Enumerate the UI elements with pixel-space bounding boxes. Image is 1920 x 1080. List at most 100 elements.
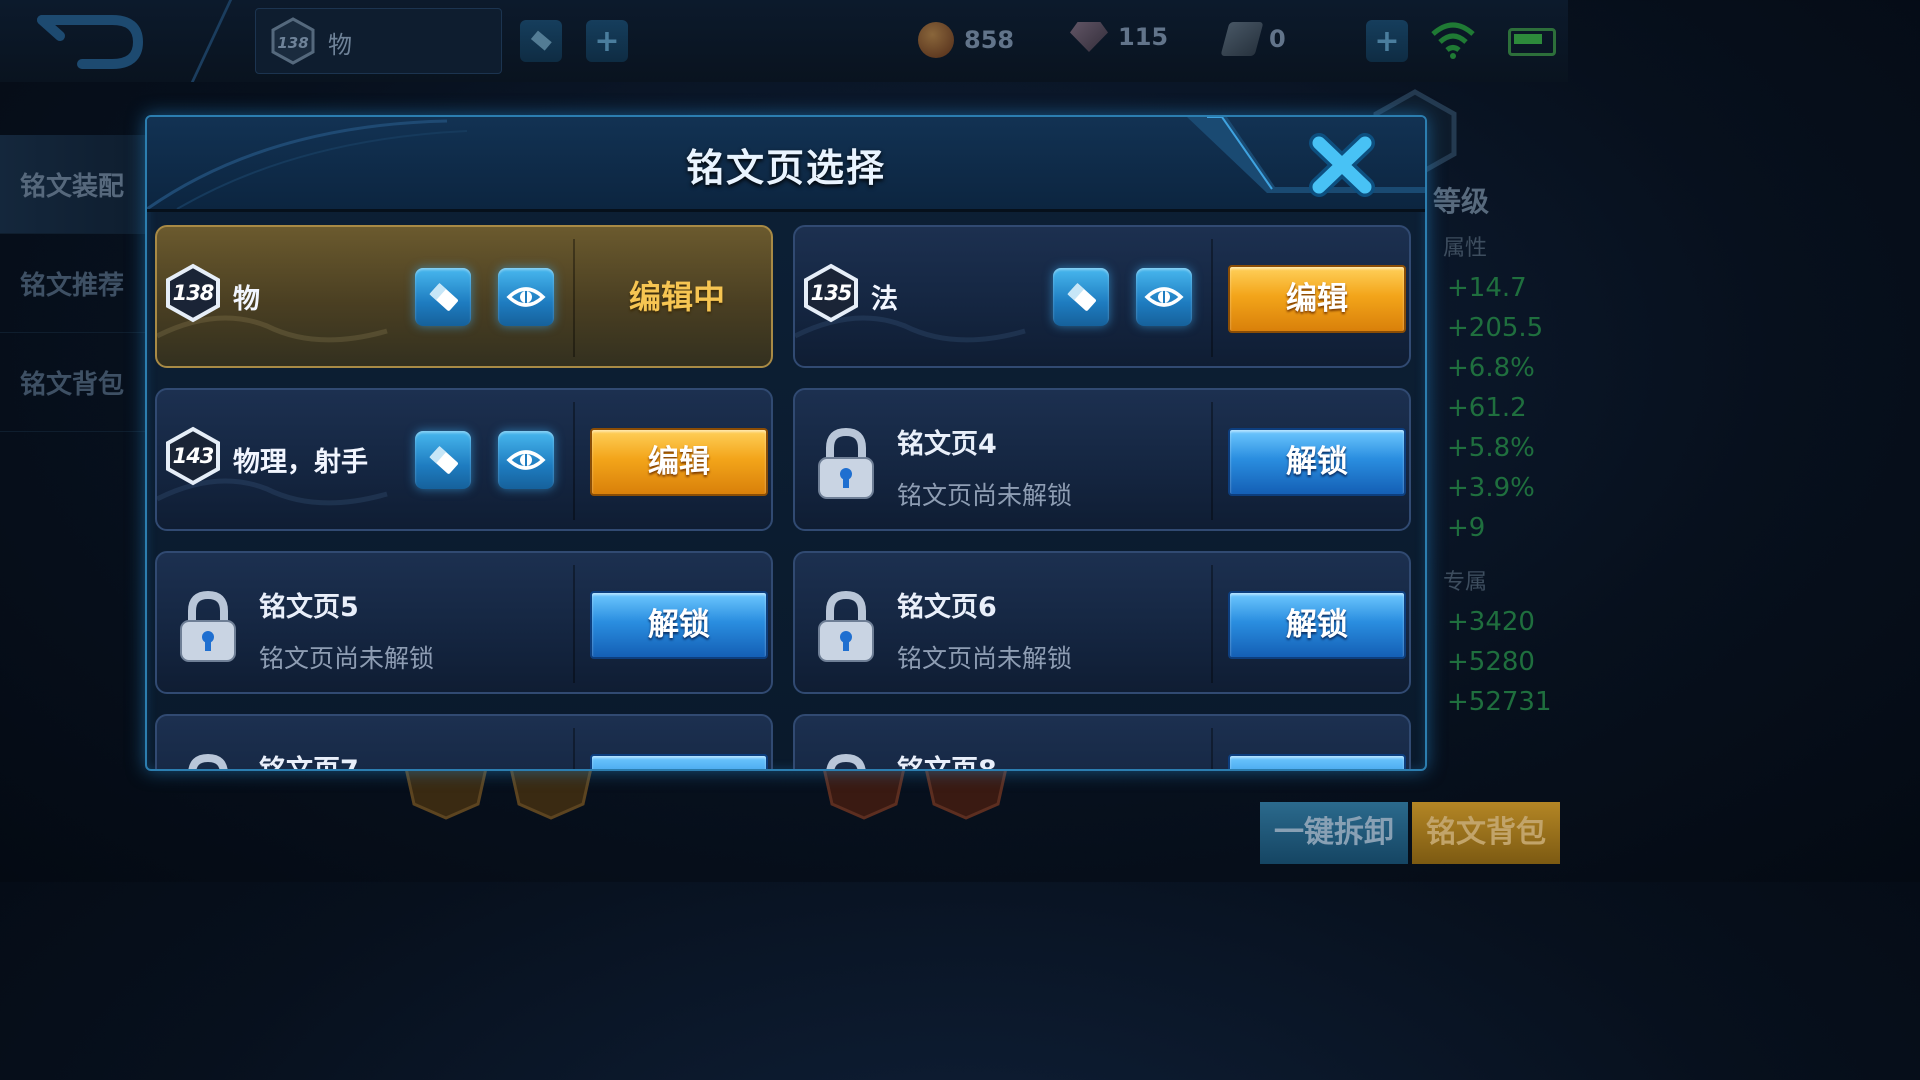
divider — [573, 728, 575, 769]
unequip-all-label: 一键拆卸 — [1274, 815, 1394, 850]
rune-page-card-3[interactable]: 143 物理，射手 编辑 — [155, 388, 773, 531]
attr-value: +14.7 — [1447, 273, 1527, 303]
plus-icon: + — [594, 23, 620, 59]
back-arrow-icon[interactable] — [30, 10, 150, 72]
rune-page-select-dialog: 铭文页选择 138 物 编辑中 135 法 编辑 143 物理，射手 编辑 铭文… — [145, 115, 1427, 771]
exclusive-value: +52731 — [1447, 687, 1552, 717]
eraser-icon — [429, 283, 458, 311]
level-heading: 等级 — [1433, 185, 1490, 218]
locked-hint: 铭文页尚未解锁 — [897, 644, 1073, 673]
rune-page-card-6[interactable]: 铭文页6 铭文页尚未解锁 解锁 — [793, 551, 1411, 694]
gold-coin-icon — [918, 22, 954, 58]
page-name: 铭文页6 — [897, 592, 997, 623]
divider — [1211, 565, 1213, 683]
page-name: 铭文页4 — [897, 429, 997, 460]
stats-panel: 等级 属性 +14.7 +205.5 +6.8% +61.2 +5.8% +3.… — [1425, 180, 1568, 722]
rune-page-card-4[interactable]: 铭文页4 铭文页尚未解锁 解锁 — [793, 388, 1411, 531]
page-name: 铭文页8 — [897, 755, 997, 771]
exclusive-heading: 专属 — [1443, 570, 1488, 595]
preview-button[interactable] — [1136, 268, 1192, 326]
close-x-icon[interactable] — [1307, 129, 1377, 199]
dialog-header: 铭文页选择 — [147, 117, 1425, 212]
attr-value: +9 — [1447, 513, 1486, 543]
rename-page-button[interactable] — [520, 20, 562, 62]
editing-status: 编辑中 — [628, 278, 725, 316]
rune-page-card-5[interactable]: 铭文页5 铭文页尚未解锁 解锁 — [155, 551, 773, 694]
page-name: 法 — [871, 284, 898, 315]
edit-button[interactable]: 编辑 — [590, 428, 768, 496]
page-name: 铭文页7 — [259, 755, 359, 771]
sidebar-item-label: 铭文背包 — [20, 369, 125, 400]
unlock-button[interactable] — [1228, 754, 1406, 769]
unlock-button[interactable]: 解锁 — [1228, 591, 1406, 659]
sidebar-item-rune-equip[interactable]: 铭文装配 — [0, 135, 150, 234]
eye-icon — [506, 450, 546, 470]
ticket-amount: 0 — [1269, 25, 1286, 53]
sidebar-item-label: 铭文装配 — [20, 171, 125, 202]
lock-icon — [180, 590, 236, 662]
lock-icon — [818, 590, 874, 662]
gem-icon — [1070, 22, 1108, 52]
rune-bag-label: 铭文背包 — [1426, 815, 1546, 850]
eye-icon — [506, 287, 546, 307]
rune-page-card-1[interactable]: 138 物 编辑中 — [155, 225, 773, 368]
rune-page-list[interactable]: 138 物 编辑中 135 法 编辑 143 物理，射手 编辑 铭文页4 铭文页… — [155, 225, 1417, 769]
eraser-icon — [530, 30, 552, 51]
rune-bag-button[interactable]: 铭文背包 — [1412, 802, 1560, 864]
sidebar-item-label: 铭文推荐 — [20, 270, 125, 301]
rename-button[interactable] — [1053, 268, 1109, 326]
attr-heading: 属性 — [1443, 236, 1488, 261]
sidebar-item-rune-recommend[interactable]: 铭文推荐 — [0, 234, 150, 333]
divider — [1211, 239, 1213, 357]
attr-value: +3.9% — [1447, 473, 1535, 503]
level-hex-icon: 138 — [271, 17, 315, 65]
rune-slot-emblem-icon — [404, 766, 488, 820]
attr-value: +5.8% — [1447, 433, 1535, 463]
preview-button[interactable] — [498, 268, 554, 326]
rune-page-card-2[interactable]: 135 法 编辑 — [793, 225, 1411, 368]
preview-button[interactable] — [498, 431, 554, 489]
exclusive-value: +5280 — [1447, 647, 1535, 677]
gold-amount: 858 — [964, 26, 1015, 54]
eye-icon — [1144, 287, 1184, 307]
top-up-button[interactable]: + — [1366, 20, 1408, 62]
rename-button[interactable] — [415, 431, 471, 489]
plus-icon: + — [1374, 23, 1400, 59]
page-name: 铭文页5 — [259, 592, 359, 623]
lock-icon — [826, 753, 866, 769]
lock-icon — [188, 753, 228, 769]
ticket-counter: 0 — [1220, 22, 1286, 56]
eraser-icon — [1067, 283, 1096, 311]
page-level: 143 — [172, 444, 215, 468]
ticket-icon — [1220, 22, 1264, 56]
attr-value: +205.5 — [1447, 313, 1544, 343]
current-page-selector[interactable]: 138 物 — [255, 8, 502, 74]
rename-button[interactable] — [415, 268, 471, 326]
dialog-title: 铭文页选择 — [685, 146, 886, 190]
divider — [1211, 728, 1213, 769]
gold-counter: 858 — [918, 22, 1014, 58]
divider — [1211, 402, 1213, 520]
attr-value: +61.2 — [1447, 393, 1527, 423]
page-name: 物理，射手 — [233, 447, 368, 478]
page-name: 物 — [233, 284, 260, 315]
unlock-button[interactable]: 解锁 — [1228, 428, 1406, 496]
top-bar: 138 物 + 858 115 0 + — [0, 0, 1568, 82]
edit-button[interactable]: 编辑 — [1228, 265, 1406, 333]
unlock-button[interactable]: 解锁 — [590, 591, 768, 659]
attr-value: +6.8% — [1447, 353, 1535, 383]
exclusive-value: +3420 — [1447, 607, 1535, 637]
divider — [573, 402, 575, 520]
unequip-all-button[interactable]: 一键拆卸 — [1260, 802, 1408, 864]
rune-page-card-7[interactable]: 铭文页7 — [155, 714, 773, 771]
rune-slot-emblem-icon — [924, 766, 1008, 820]
eraser-icon — [429, 446, 458, 474]
sidebar-item-rune-bag[interactable]: 铭文背包 — [0, 333, 150, 432]
rune-page-card-8[interactable]: 铭文页8 — [793, 714, 1411, 771]
divider — [573, 239, 575, 357]
add-page-button[interactable]: + — [586, 20, 628, 62]
unlock-button[interactable] — [590, 754, 768, 769]
current-page-name: 物 — [328, 31, 352, 59]
sidebar: 铭文装配 铭文推荐 铭文背包 — [0, 135, 150, 432]
gem-amount: 115 — [1118, 23, 1169, 51]
